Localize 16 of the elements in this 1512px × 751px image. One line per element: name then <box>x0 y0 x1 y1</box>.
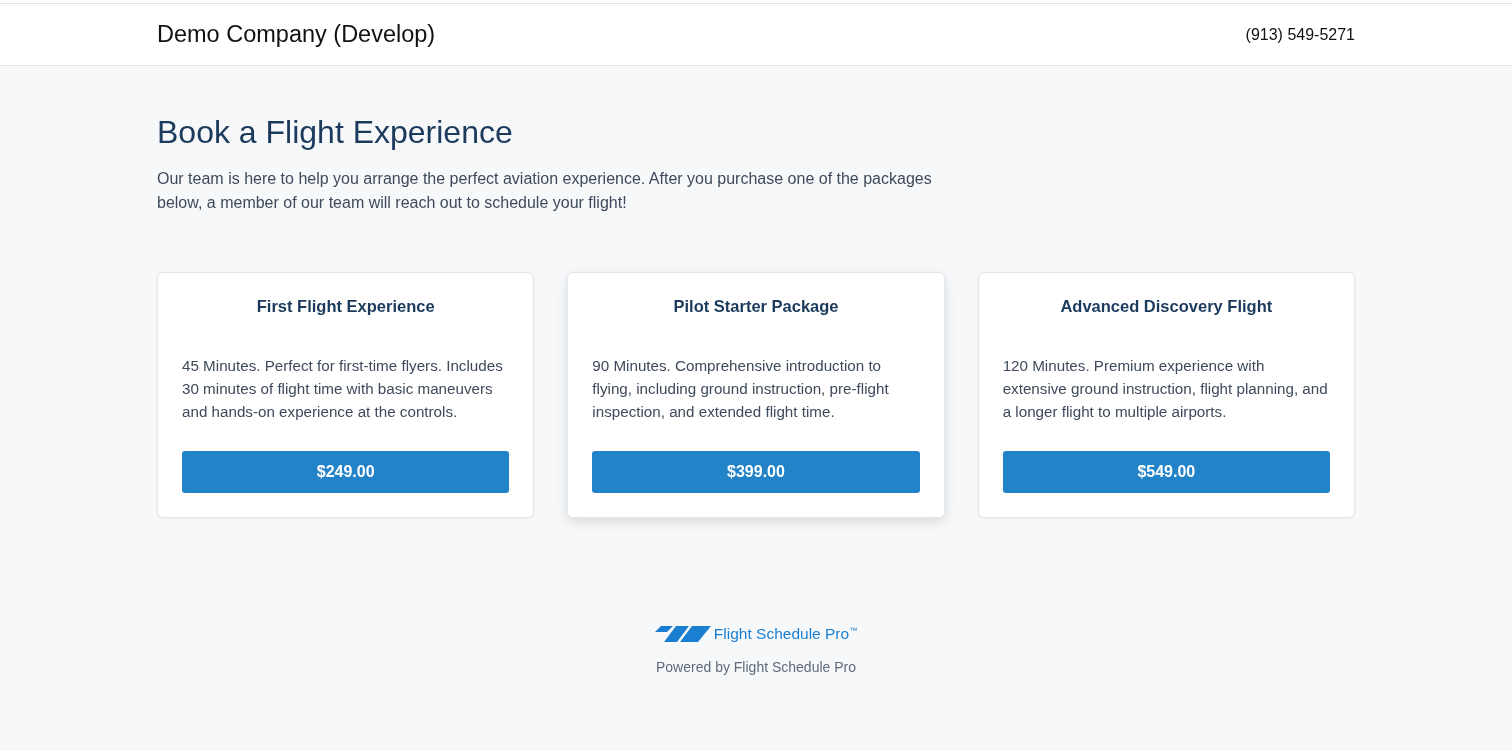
package-title: Pilot Starter Package <box>672 296 840 317</box>
page-title: Book a Flight Experience <box>157 113 514 151</box>
logo-text: Flight Schedule Pro$^{™}$ <box>713 625 858 643</box>
price-button[interactable]: $549.00 <box>1002 451 1330 493</box>
package-description: 120 Minutes. Premium experience with extensive ground instruction, flight planning, and a longer flight to multiple airports. <box>1002 356 1329 422</box>
package-description: 45 Minutes. Perfect for first-time flyers. Includes 30 minutes of flight time with basic maneuvers and hands-on experience at the controls. <box>182 356 504 422</box>
package-title: First Flight Experience <box>255 296 436 317</box>
price-button[interactable]: $399.00 <box>592 451 920 493</box>
package-title: Advanced Discovery Flight <box>1059 296 1274 317</box>
phone-number: (913) 549-5271 <box>1245 25 1355 44</box>
price-button[interactable]: $249.00 <box>182 451 510 493</box>
stripes-logo-icon <box>654 626 711 642</box>
company-name: Demo Company (Develop) <box>157 21 436 48</box>
intro-text: Our team is here to help you arrange the perfect aviation experience. After you purchase one of the packages below, a member of our team will reach out to schedule your flight! <box>157 169 933 213</box>
powered-by-text: Powered by Flight Schedule Pro <box>656 659 856 675</box>
package-description: 90 Minutes. Comprehensive introduction to flying, including ground instruction, pre-flight inspection, and extended flight time. <box>592 356 890 422</box>
